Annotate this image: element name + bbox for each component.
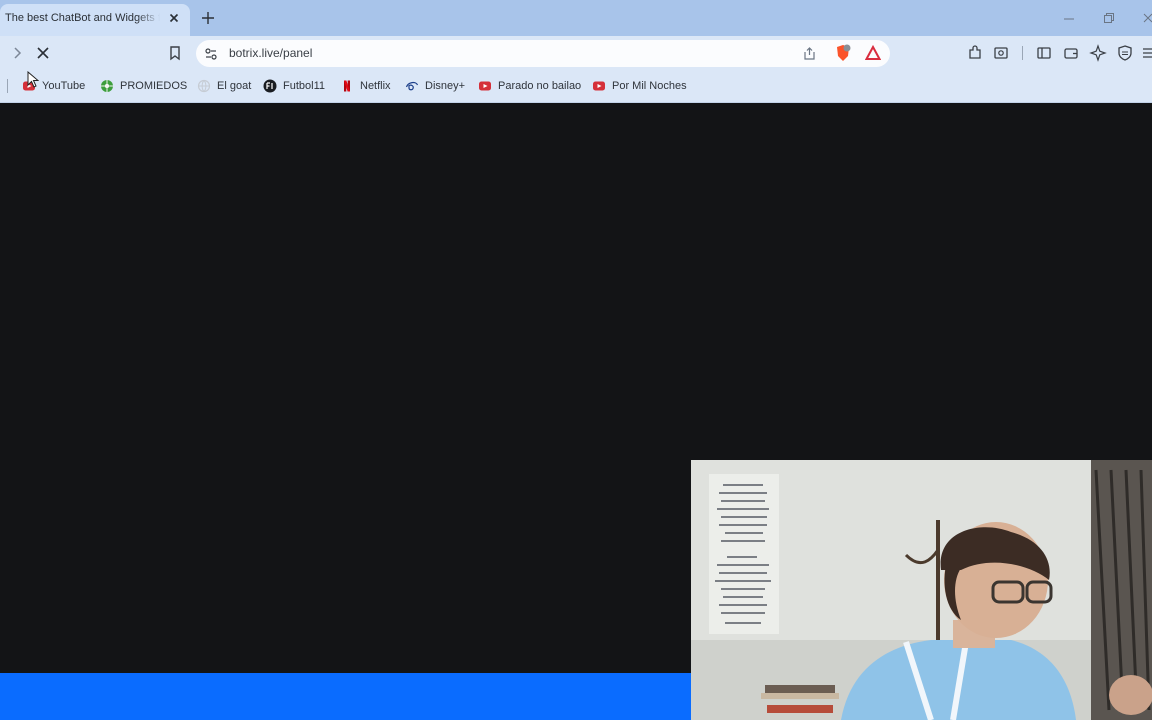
bookmark-futbol11[interactable]: Futbol11 [263, 77, 325, 95]
restore-icon[interactable] [1101, 10, 1117, 26]
bookmarks-divider [7, 79, 8, 93]
disney-icon [405, 79, 419, 93]
menu-icon[interactable] [1140, 44, 1152, 62]
tab-strip: The best ChatBot and Widgets fo [0, 0, 1152, 36]
vpn-icon[interactable] [1116, 44, 1134, 62]
bookmark-por-mil-noches[interactable]: Por Mil Noches [592, 77, 687, 95]
brave-rewards-icon[interactable] [865, 45, 881, 61]
tab-title: The best ChatBot and Widgets fo [5, 12, 160, 24]
youtube-icon [478, 79, 492, 93]
netflix-icon [340, 79, 354, 93]
bookmark-parado-no-bailao[interactable]: Parado no bailao [478, 77, 581, 95]
forward-icon[interactable] [8, 44, 26, 62]
close-window-icon[interactable] [1140, 10, 1152, 26]
futbol11-icon [263, 79, 277, 93]
brave-shields-icon[interactable] [834, 44, 852, 63]
bookmark-disney-plus[interactable]: Disney+ [405, 77, 465, 95]
screenshot-icon[interactable] [992, 44, 1010, 62]
address-bar[interactable]: botrix.live/panel [196, 40, 890, 67]
page-loading-bar [0, 673, 691, 720]
active-tab[interactable]: The best ChatBot and Widgets fo [0, 4, 190, 36]
mouse-cursor-icon [27, 71, 39, 88]
new-tab-icon[interactable] [200, 10, 216, 26]
site-settings-icon[interactable] [204, 47, 218, 61]
navigation-toolbar: botrix.live/panel [0, 36, 1152, 70]
stop-loading-icon[interactable] [34, 44, 52, 62]
bookmarks-bar: YouTube PROMIEDOS El goat Futbol11 Netfl… [0, 70, 1152, 103]
extensions-icon[interactable] [966, 44, 984, 62]
bookmark-promiedos[interactable]: PROMIEDOS [100, 77, 187, 95]
webcam-feed-image [691, 460, 1152, 720]
leo-ai-icon[interactable] [1089, 44, 1107, 62]
toolbar-divider [1022, 46, 1023, 60]
webcam-overlay [691, 460, 1152, 720]
sidebar-icon[interactable] [1035, 44, 1053, 62]
bookmark-page-icon[interactable] [166, 44, 184, 62]
youtube-icon [592, 79, 606, 93]
globe-icon [197, 79, 211, 93]
share-icon[interactable] [802, 46, 817, 61]
url-text[interactable]: botrix.live/panel [229, 46, 312, 60]
promiedos-icon [100, 79, 114, 93]
minimize-icon[interactable] [1061, 10, 1077, 26]
wallet-icon[interactable] [1062, 44, 1080, 62]
close-tab-icon[interactable] [167, 11, 181, 25]
bookmark-netflix[interactable]: Netflix [340, 77, 391, 95]
bookmark-el-goat[interactable]: El goat [197, 77, 251, 95]
